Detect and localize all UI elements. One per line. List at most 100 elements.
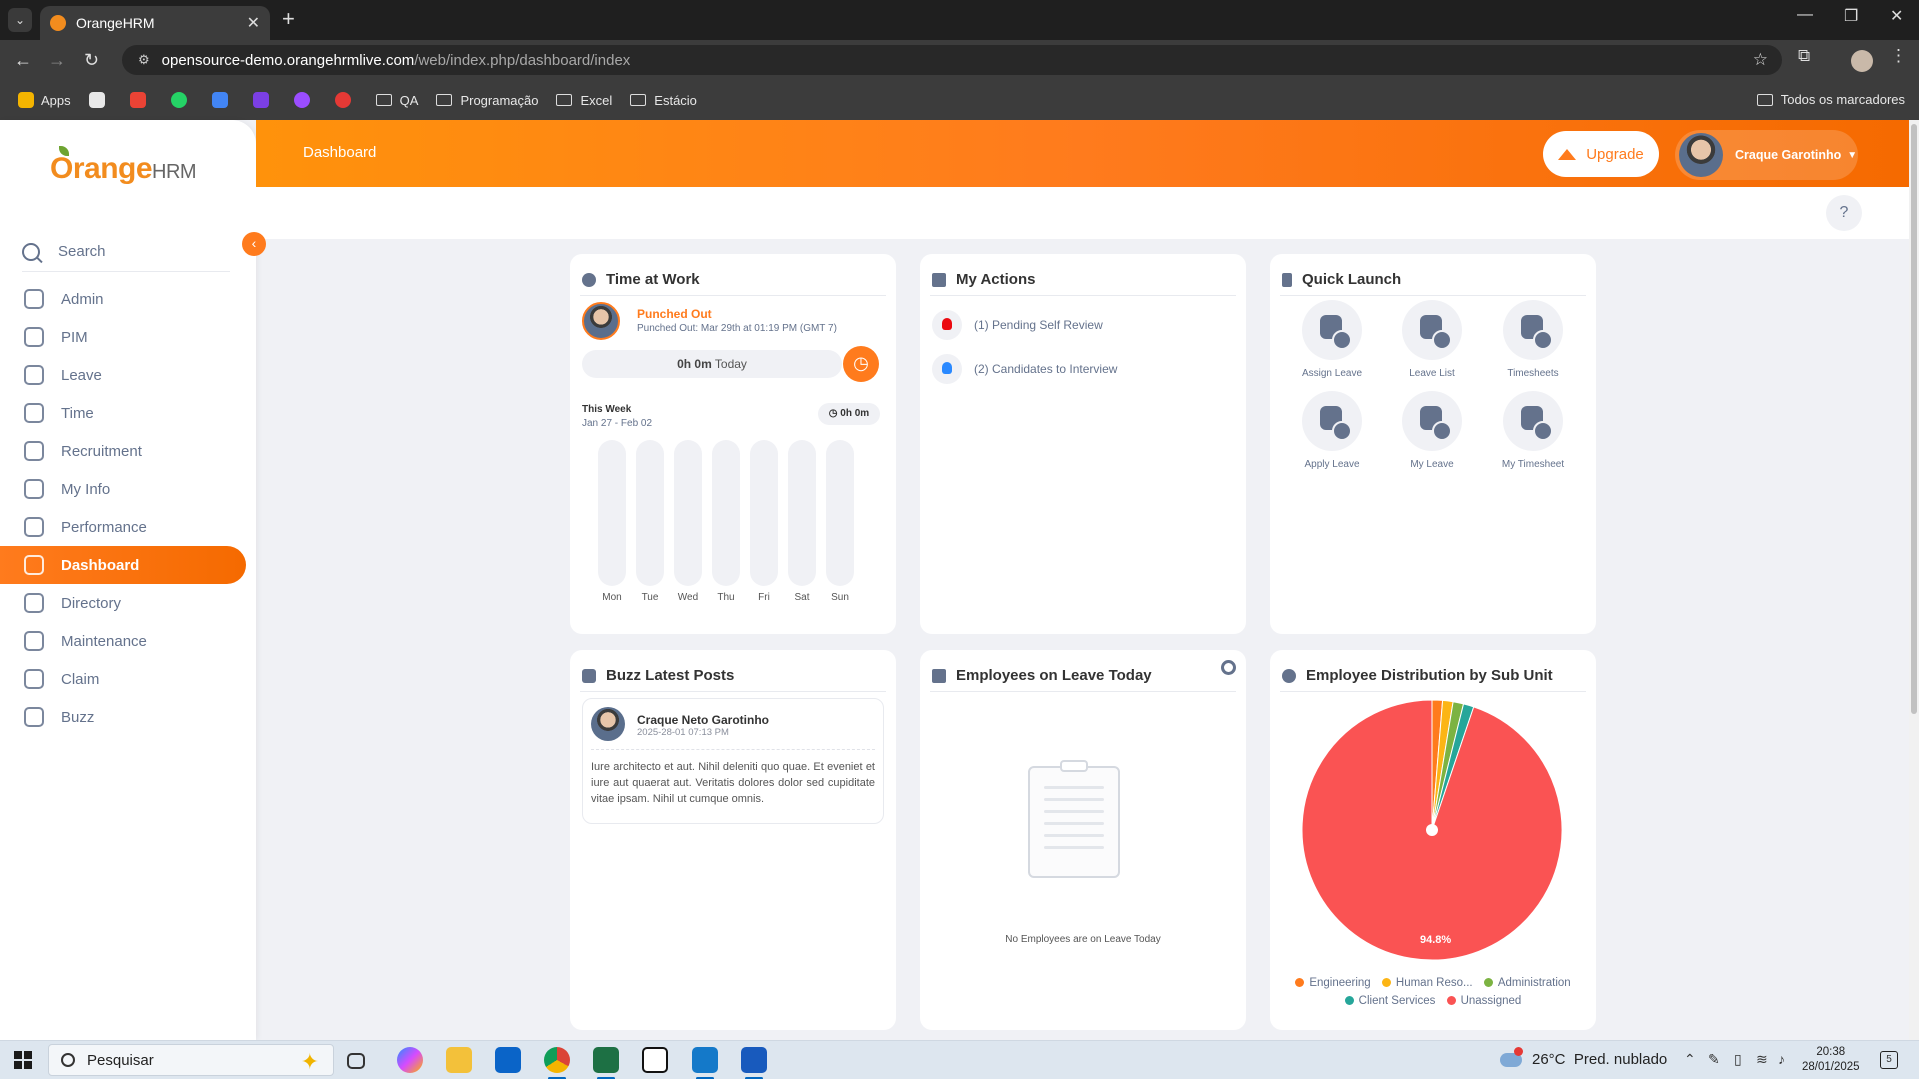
file-explorer-icon[interactable] [446,1047,472,1073]
page-scrollbar[interactable] [1909,120,1919,1040]
system-clock[interactable]: 20:38 28/01/2025 [1802,1045,1860,1075]
media-player-icon[interactable] [692,1047,718,1073]
help-button[interactable]: ? [1826,195,1862,231]
bookmark-star-icon[interactable]: ☆ [1753,50,1768,70]
my-actions-card: My Actions (1) Pending Self Review (2) C… [920,254,1246,634]
chevron-up-icon[interactable]: ⌃ [1684,1051,1696,1068]
topbar-secondary [256,187,1909,239]
sidebar-item-claim[interactable]: Claim [0,660,246,698]
sidebar-item-leave[interactable]: Leave [0,356,246,394]
buzz-post[interactable]: Craque Neto Garotinho 2025-28-01 07:13 P… [582,698,884,824]
copilot-icon[interactable] [397,1047,423,1073]
scrollbar-thumb[interactable] [1911,124,1917,714]
sidebar-item-buzz[interactable]: Buzz [0,698,246,736]
bookmark-shortcut[interactable] [252,92,276,108]
profile-avatar-icon[interactable] [1851,50,1873,72]
sidebar-item-maintenance[interactable]: Maintenance [0,622,246,660]
taskbar-search[interactable]: Pesquisar ✦ [48,1044,334,1076]
notification-icon[interactable]: 5 [1880,1051,1898,1069]
legend-item-administration[interactable]: Administration [1483,974,1571,992]
legend-item-engineering[interactable]: Engineering [1295,974,1371,992]
main-menu: Admin PIM Leave Time Recruitment My Info… [0,280,256,736]
close-window-icon[interactable]: ✕ [1890,6,1903,26]
card-title: Employees on Leave Today [956,667,1152,684]
today-label: Today [714,357,747,371]
legend-item-unassigned[interactable]: Unassigned [1446,992,1521,1010]
bookmark-folder-qa[interactable]: QA [375,93,418,108]
extensions-icon[interactable]: ⧉ [1798,46,1810,66]
bookmark-shortcut[interactable] [293,92,317,108]
sidebar-item-label: Maintenance [61,632,147,650]
wifi-icon[interactable]: ≋ [1756,1051,1768,1068]
sidebar-item-pim[interactable]: PIM [0,318,246,356]
sidebar-item-directory[interactable]: Directory [0,584,246,622]
search-icon [61,1053,75,1067]
chrome-menu-icon[interactable]: ⋮ [1890,46,1907,66]
sidebar-item-dashboard[interactable]: Dashboard [0,546,246,584]
bookmark-shortcut[interactable] [211,92,235,108]
quick-launch-my-timesheet[interactable]: My Timesheet [1488,391,1578,470]
excel-icon[interactable] [593,1047,619,1073]
legend-item-client-services[interactable]: Client Services [1344,992,1435,1010]
action-pending-self-review[interactable]: (1) Pending Self Review [932,310,1103,340]
bookmark-folder-programacao[interactable]: Programação [436,93,538,108]
bookmark-shortcut[interactable] [129,92,153,108]
reload-icon[interactable]: ↻ [84,50,99,70]
bookmark-apps[interactable]: Apps [18,92,71,108]
new-tab-button[interactable]: + [282,8,295,30]
bookmark-shortcut[interactable] [170,92,194,108]
bookmark-shortcut[interactable] [88,92,112,108]
quick-launch-timesheets[interactable]: Timesheets [1488,300,1578,379]
notion-icon[interactable] [642,1047,668,1073]
volume-icon[interactable]: ♪ [1778,1051,1785,1067]
quick-launch-assign-leave[interactable]: Assign Leave [1287,300,1377,379]
quick-launch-my-leave[interactable]: My Leave [1387,391,1477,470]
sidebar-search[interactable]: Search [22,232,230,272]
restore-icon[interactable]: ❐ [1844,6,1858,26]
assign-leave-icon [1302,300,1362,360]
sidebar-item-my-info[interactable]: My Info [0,470,246,508]
app-header: Dashboard Upgrade Craque Garotinho ▼ [256,120,1909,187]
windows-start-icon[interactable] [14,1051,32,1069]
sidebar-item-admin[interactable]: Admin [0,280,246,318]
orangehrm-logo[interactable]: OrangeHRM [50,146,197,186]
page-title: Dashboard [303,144,377,161]
gear-icon[interactable] [1221,660,1236,675]
user-dropdown[interactable]: Craque Garotinho ▼ [1675,130,1858,180]
site-info-icon[interactable]: ⚙ [138,52,150,68]
legend-item-human-resources[interactable]: Human Reso... [1381,974,1473,992]
action-candidates-interview[interactable]: (2) Candidates to Interview [932,354,1117,384]
quick-launch-apply-leave[interactable]: Apply Leave [1287,391,1377,470]
bookmarks-bar: Apps QA Programação Excel Estácio Todos … [0,80,1919,120]
upgrade-button[interactable]: Upgrade [1543,131,1659,177]
card-title: Quick Launch [1302,271,1402,288]
sidebar-item-performance[interactable]: Performance [0,508,246,546]
punch-in-button[interactable]: ◷ [843,346,879,382]
mail-icon[interactable] [495,1047,521,1073]
quick-launch-leave-list[interactable]: Leave List [1387,300,1477,379]
user-name: Craque Garotinho [1735,148,1842,162]
address-bar[interactable]: ⚙ opensource-demo.orangehrmlive.com /web… [122,45,1782,75]
bookmark-folder-excel[interactable]: Excel [556,93,612,108]
bookmark-folder-estacio[interactable]: Estácio [630,93,697,108]
weather-widget[interactable]: 26°C Pred. nublado [1500,1046,1667,1068]
back-icon[interactable]: ← [14,50,32,70]
sidebar-item-time[interactable]: Time [0,394,246,432]
sidebar-item-recruitment[interactable]: Recruitment [0,432,246,470]
tab-search-button[interactable]: ⌄ [8,8,32,32]
all-bookmarks[interactable]: Todos os marcadores [1756,92,1905,107]
task-view-icon[interactable] [347,1053,365,1069]
bookmark-shortcut[interactable] [334,92,358,108]
browser-tab[interactable]: OrangeHRM ✕ [40,6,270,40]
close-tab-icon[interactable]: ✕ [247,13,260,33]
sidebar-collapse-button[interactable]: ‹ [242,232,266,256]
chrome-icon[interactable] [544,1047,570,1073]
pen-icon[interactable]: ✎ [1708,1051,1720,1068]
minimize-icon[interactable]: — [1797,6,1813,24]
forward-icon[interactable]: → [48,50,66,70]
word-icon[interactable] [741,1047,767,1073]
week-label: This Week [582,404,632,415]
search-icon [22,242,40,261]
battery-icon[interactable]: ▯ [1734,1051,1742,1068]
search-input[interactable]: Search [58,243,106,260]
